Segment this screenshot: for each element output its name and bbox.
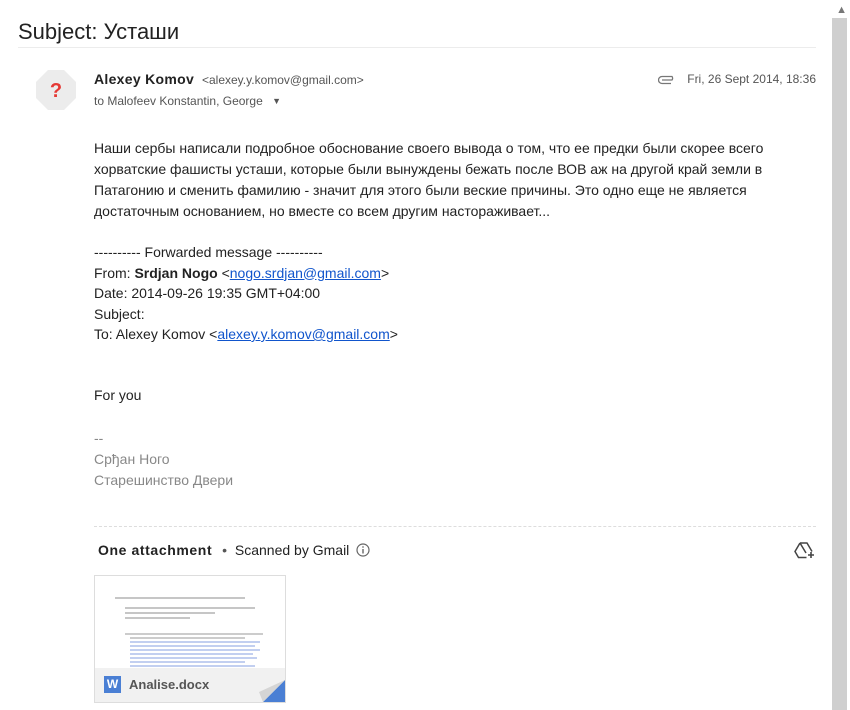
scanned-text: Scanned by Gmail: [234, 542, 350, 558]
attachment-card[interactable]: W Analise.docx: [94, 575, 286, 703]
scroll-up-icon[interactable]: ▲: [836, 4, 847, 16]
attachment-filename[interactable]: Analise.docx: [129, 677, 209, 692]
separator-dot: •: [222, 542, 227, 558]
message-body: Наши сербы написали подробное обосновани…: [94, 138, 784, 222]
forwarded-date: Date: 2014-09-26 19:35 GMT+04:00: [94, 285, 321, 301]
forwarded-to-email-link[interactable]: alexey.y.komov@gmail.com: [217, 326, 389, 342]
recipients-row[interactable]: to Malofeev Konstantin, George ▼: [94, 94, 281, 108]
scrollbar-track[interactable]: [832, 18, 847, 710]
avatar[interactable]: ?: [36, 70, 76, 110]
forwarded-from-email-link[interactable]: nogo.srdjan@gmail.com: [230, 265, 381, 281]
message-date: Fri, 26 Sept 2014, 18:36: [687, 72, 816, 86]
forwarded-subject: Subject:: [94, 305, 145, 322]
forwarded-from: From: Srdjan Nogo <nogo.srdjan@gmail.com…: [94, 264, 390, 281]
paperclip-icon: [657, 74, 676, 88]
body-line: Наши сербы написали подробное обосновани…: [94, 140, 764, 156]
attachments-header: One attachment • Scanned by Gmail: [98, 542, 370, 560]
forwarded-to: To: Alexey Komov <alexey.y.komov@gmail.c…: [94, 326, 398, 342]
sender-email: <alexey.y.komov@gmail.com>: [201, 73, 364, 87]
signature-dashes: --: [94, 430, 104, 446]
add-to-drive-icon[interactable]: [794, 541, 816, 564]
forwarded-block: ---------- Forwarded message ---------- …: [94, 242, 398, 345]
forwarded-from-name: Srdjan Nogo: [134, 264, 218, 281]
subject-heading: Subject: Усташи: [18, 19, 180, 44]
subject-divider: [18, 47, 816, 48]
attachments-divider: [94, 526, 816, 527]
signature-name: Срђан Ного: [94, 451, 170, 467]
file-corner-icon: [259, 680, 285, 702]
document-thumbnail[interactable]: [95, 576, 285, 668]
body-line: достаточным основанием, но вместе со все…: [94, 203, 551, 219]
body-line: Патагонию и сменить фамилию - значит для…: [94, 182, 747, 198]
signature-org: Старешинство Двери: [94, 472, 234, 488]
attachments-title: One attachment: [98, 542, 213, 558]
info-icon[interactable]: [356, 543, 370, 560]
for-you-text: For you: [94, 387, 142, 403]
recipients-text: to Malofeev Konstantin, George: [94, 94, 263, 108]
body-line: хорватские фашисты усташи, которые были …: [94, 161, 763, 177]
forwarded-header: ---------- Forwarded message ----------: [94, 244, 323, 260]
chevron-down-icon[interactable]: ▼: [272, 96, 281, 106]
signature: -- Срђан Ного Старешинство Двери: [94, 428, 233, 491]
date-row: Fri, 26 Sept 2014, 18:36: [657, 72, 816, 88]
attachment-footer[interactable]: W Analise.docx: [95, 668, 285, 702]
word-file-icon: W: [104, 676, 121, 693]
avatar-glyph: ?: [50, 80, 62, 102]
sender-name[interactable]: Alexey Komov: [94, 71, 194, 87]
sender-row: Alexey Komov <alexey.y.komov@gmail.com>: [94, 71, 364, 87]
